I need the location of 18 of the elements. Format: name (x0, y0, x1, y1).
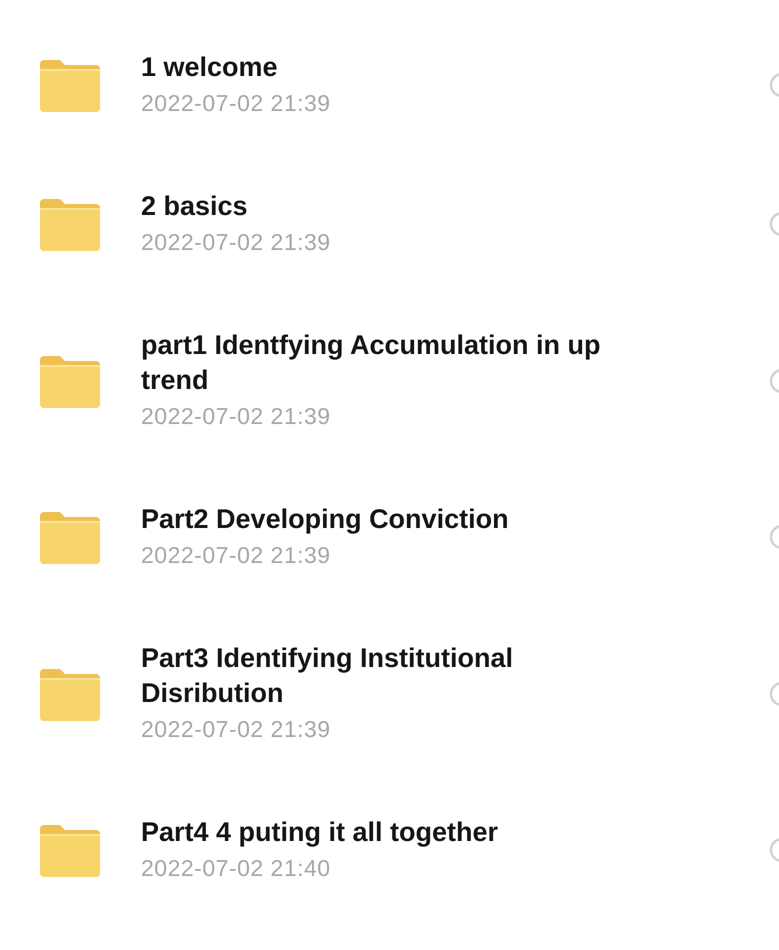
folder-name: 2 basics (141, 190, 249, 223)
folder-icon (40, 823, 100, 877)
folder-icon (40, 58, 100, 112)
modified-date: 2022-07-02 21:40 (141, 854, 332, 883)
modified-date: 2022-07-02 21:39 (141, 89, 332, 118)
folder-name: Part3 Identifying Institutional Disribution (141, 642, 514, 710)
folder-icon (40, 197, 100, 251)
folder-name: 1 welcome (141, 51, 279, 84)
folder-name: Part4 4 puting it all together (141, 816, 500, 849)
folder-icon (40, 666, 100, 720)
modified-date: 2022-07-02 21:39 (141, 541, 332, 570)
folder-name: part1 Identfying Accumulation in up trend (141, 329, 602, 397)
folder-icon (40, 510, 100, 564)
folder-icon (40, 354, 100, 408)
modified-date: 2022-07-02 21:39 (141, 715, 332, 744)
folder-name: Part2 Developing Conviction (141, 503, 510, 536)
modified-date: 2022-07-02 21:39 (141, 402, 332, 431)
modified-date: 2022-07-02 21:39 (141, 228, 332, 257)
